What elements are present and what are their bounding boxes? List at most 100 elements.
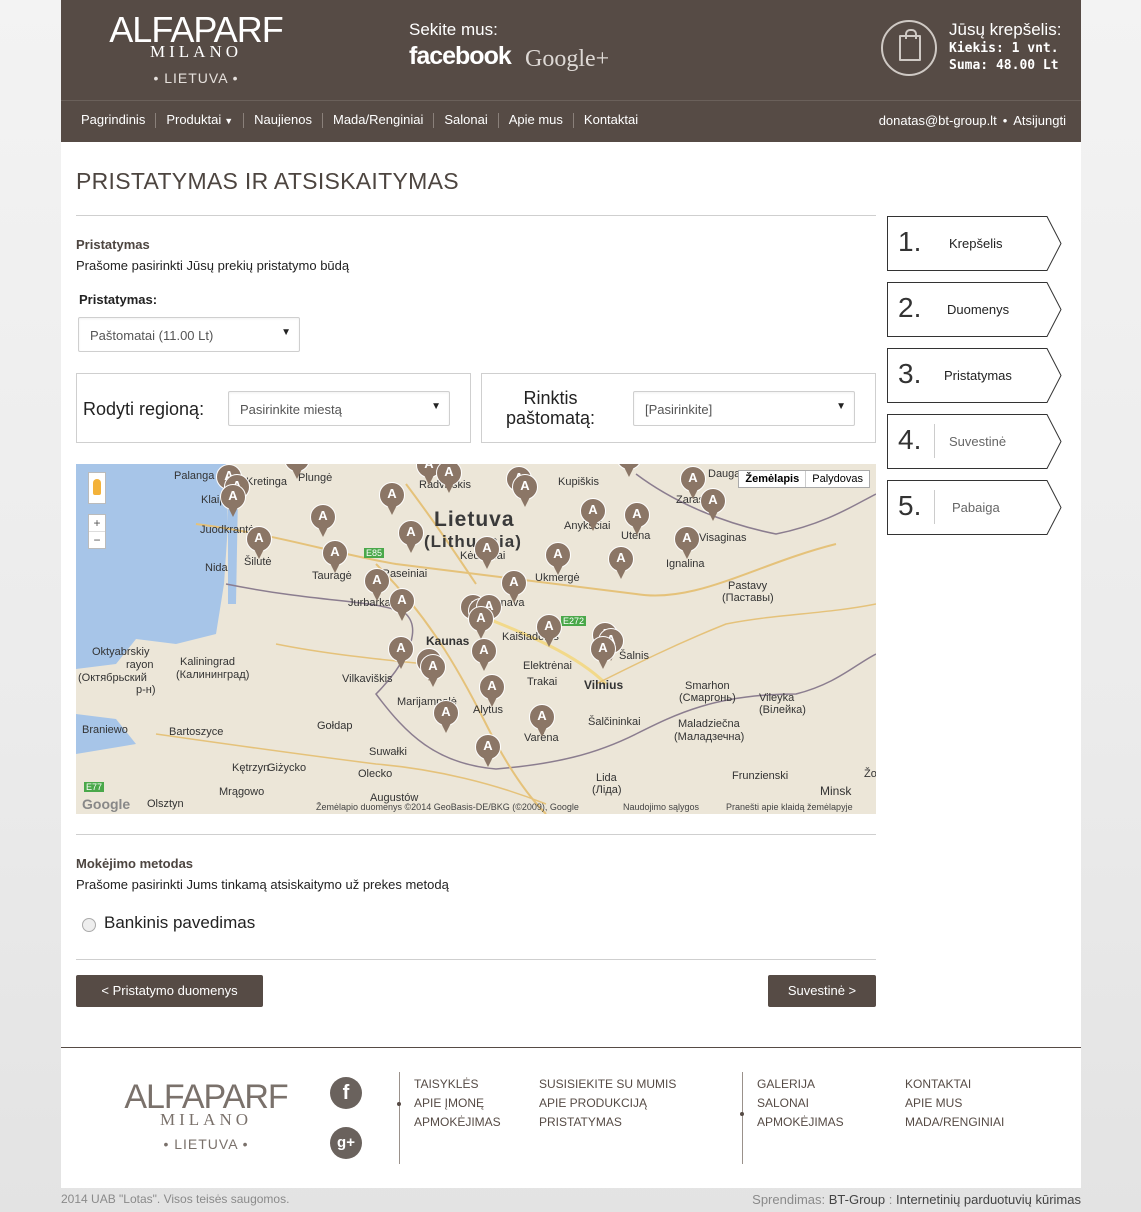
background-watermark-right [1081,0,1141,600]
map-road-e272: E272 [561,616,587,626]
map-marker[interactable] [246,526,272,560]
map-marker[interactable] [580,498,606,532]
nav-item-contacts[interactable]: Kontaktai [574,113,648,128]
bank-transfer-radio[interactable] [82,918,96,932]
map-terms-link[interactable]: Naudojimo sąlygos [623,802,699,812]
footer-link-salons[interactable]: SALONAI [757,1094,844,1113]
nav-item-salons[interactable]: Salonai [434,113,499,128]
map-label-olsztyn: Olsztyn [147,798,184,810]
footer-logo[interactable]: ALFAPARF MILANO • LIETUVA • [81,1080,331,1152]
map-label-kupiskis: Kupiškis [558,476,599,488]
footer-link-about-products[interactable]: APIE PRODUKCIJĄ [539,1094,676,1113]
footer-link-about-company[interactable]: APIE ĮMONĘ [414,1094,501,1113]
map-label-lida: Lida [596,772,617,784]
region-select[interactable]: Pasirinkite miestą ▼ [228,391,450,426]
map-marker[interactable] [545,542,571,576]
step-label: Krepšelis [949,236,1003,251]
map-label-smarhon: Smarhon [685,680,730,692]
footer-link-payment[interactable]: APMOKĖJIMAS [414,1113,501,1132]
delivery-method-value: Paštomatai (11.00 Lt) [90,328,214,343]
map-marker[interactable] [388,636,414,670]
step-delivery[interactable]: 3. Pristatymas [887,348,1062,403]
nav-item-products[interactable]: Produktai ▼ [156,113,245,128]
nav-item-fashion-events[interactable]: Mada/Renginiai [323,113,435,128]
map-marker[interactable] [501,570,527,604]
footer-link-fashion-events[interactable]: MADA/RENGINIAI [905,1113,1004,1132]
cart-icon[interactable] [881,20,937,76]
map-type-map-button[interactable]: Žemėlapis [739,471,807,487]
back-button[interactable]: < Pristatymo duomenys [76,975,263,1007]
footer-link-contact-us[interactable]: SUSISIEKITE SU MUMIS [539,1075,676,1094]
map-marker[interactable] [322,540,348,574]
map-marker[interactable] [608,546,634,580]
footer-link-about-us[interactable]: APIE MUS [905,1094,1004,1113]
nav-item-news[interactable]: Naujienos [244,113,323,128]
user-email-link[interactable]: donatas@bt-group.lt [879,113,997,128]
map-marker[interactable] [284,464,310,480]
zoom-in-button[interactable]: + [89,515,105,532]
nav-item-home[interactable]: Pagrindinis [71,113,157,128]
map-marker[interactable] [624,502,650,536]
next-button[interactable]: Suvestinė > [768,975,876,1007]
map-report-link[interactable]: Pranešti apie klaidą žemėlapyje [726,802,853,812]
map-marker[interactable] [420,654,446,688]
footer-link-gallery[interactable]: GALERIJA [757,1075,844,1094]
footer-link-contacts[interactable]: KONTAKTAI [905,1075,1004,1094]
map-marker[interactable] [529,704,555,738]
map-label-ketrzyn: Kętrzyn [232,762,270,774]
cart-quantity: Kiekis: 1 vnt. [949,41,1059,56]
credit-company-link[interactable]: BT-Group [829,1192,885,1207]
step-divider [934,424,935,458]
google-plus-link[interactable]: Google+ [525,46,609,73]
footer-link-rules[interactable]: TAISYKLĖS [414,1075,501,1094]
bank-transfer-label[interactable]: Bankinis pavedimas [104,913,255,933]
map-marker[interactable] [475,734,501,768]
map-marker[interactable] [364,568,390,602]
map-label-bartoszyce: Bartoszyce [169,726,224,738]
map-label-braniewo: Braniewo [82,724,128,736]
map-marker[interactable] [616,464,642,478]
copyright-text: 2014 UAB "Lotas". Visos teisės saugomos. [61,1192,290,1206]
cart-summary[interactable]: Jūsų krepšelis: Kiekis: 1 vnt. Suma: 48.… [949,20,1061,74]
map-label-olecko: Olecko [358,768,393,780]
google-plus-icon[interactable]: g+ [330,1127,362,1159]
footer-link-payment2[interactable]: APMOKĖJIMAS [757,1113,844,1132]
map-marker[interactable] [512,474,538,508]
credit-text-link[interactable]: Internetinių parduotuvių kūrimas [896,1192,1081,1207]
map-marker[interactable] [471,638,497,672]
map-marker[interactable] [700,488,726,522]
map-type-satellite-button[interactable]: Palydovas [806,471,869,487]
divider [76,215,876,216]
footer-divider-dot [740,1112,744,1116]
map-marker[interactable] [474,536,500,570]
map-marker[interactable] [468,606,494,640]
map-marker[interactable] [220,484,246,518]
logo-line3: • LIETUVA • [153,70,239,86]
street-view-pegman-icon[interactable] [88,472,106,504]
zoom-out-button[interactable]: − [89,532,105,548]
map-marker[interactable] [310,504,336,538]
site-logo[interactable]: ALFAPARF MILANO • LIETUVA • [81,12,311,87]
map-marker[interactable] [590,636,616,670]
step-data[interactable]: 2. Duomenys [887,282,1062,337]
nav-item-about[interactable]: Apie mus [499,113,574,128]
map-marker[interactable] [379,482,405,516]
logout-link[interactable]: Atsijungti [1013,113,1066,128]
map-marker[interactable] [479,674,505,708]
facebook-link[interactable]: facebook [409,42,512,71]
step-label: Pabaiga [952,500,1000,515]
step-cart[interactable]: 1. Krepšelis [887,216,1062,271]
locker-select[interactable]: [Pasirinkite] ▼ [633,391,855,426]
facebook-icon[interactable]: f [330,1077,362,1109]
map-road-e77: E77 [84,782,105,792]
footer-link-delivery[interactable]: PRISTATYMAS [539,1113,676,1132]
map-marker[interactable] [433,700,459,734]
locker-map[interactable]: Lietuva (Lithuania) Palanga Kretinga Plu… [76,464,876,814]
map-marker[interactable] [389,588,415,622]
map-marker[interactable] [436,464,462,494]
delivery-method-select[interactable]: Paštomatai (11.00 Lt) ▼ [78,317,300,352]
map-marker[interactable] [398,520,424,554]
map-marker[interactable] [536,614,562,648]
map-marker[interactable] [674,526,700,560]
step-number: 4. [898,424,922,455]
